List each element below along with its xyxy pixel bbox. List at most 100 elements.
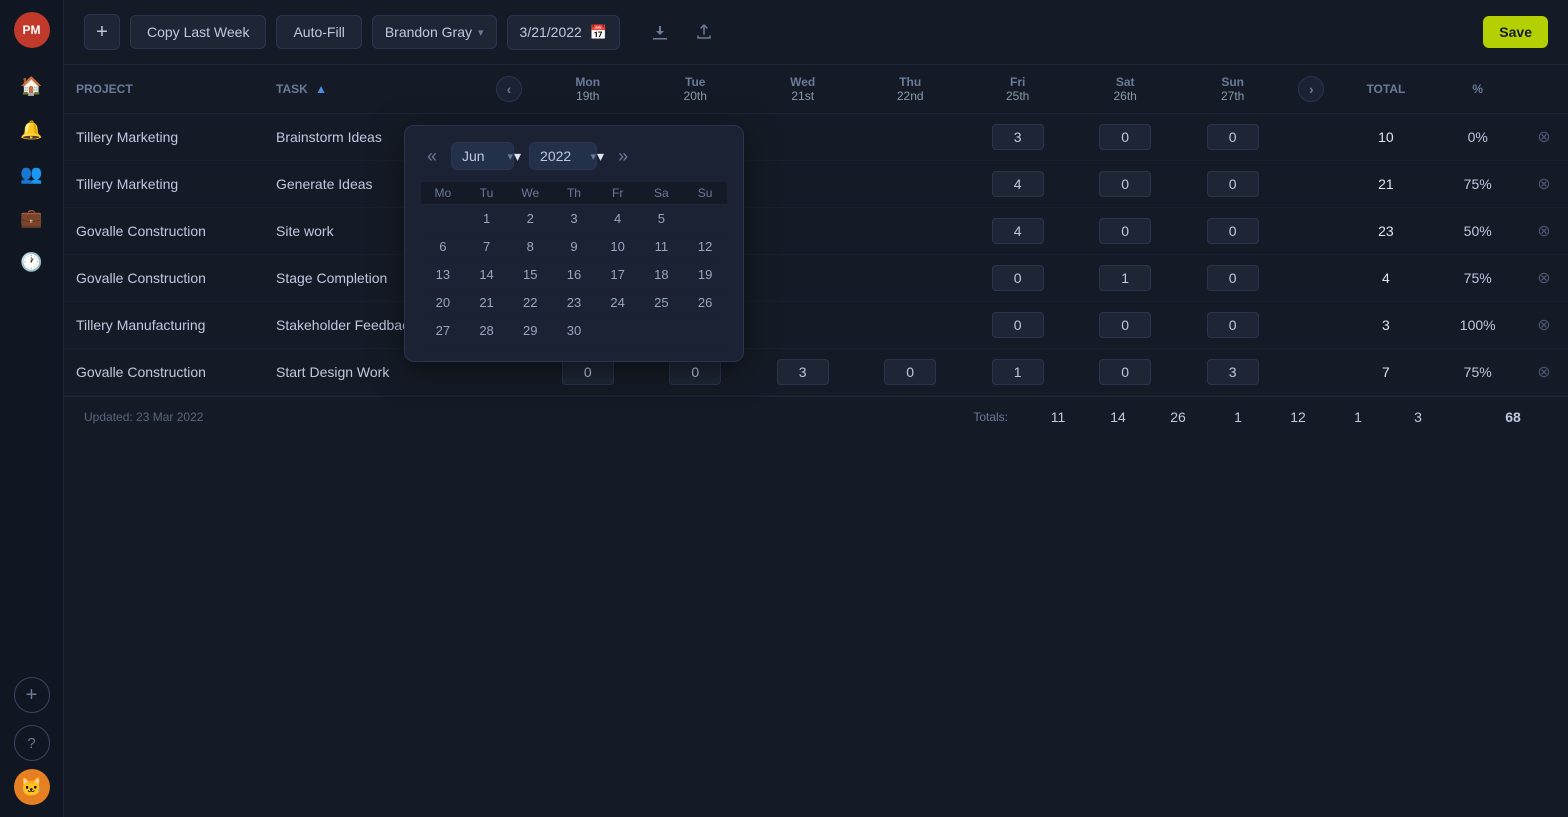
cell-fri[interactable] <box>964 161 1071 208</box>
input-tue-row5[interactable] <box>669 359 721 385</box>
save-button[interactable]: Save <box>1483 16 1548 48</box>
sidebar-icon-users[interactable]: 👥 <box>14 156 50 192</box>
cell-fri[interactable] <box>964 255 1071 302</box>
cal-prev-button[interactable]: « <box>421 144 443 169</box>
month-select[interactable]: JanFebMarAprMay JunJulAugSepOct NovDec <box>451 142 514 170</box>
app-logo[interactable]: PM <box>14 12 50 48</box>
cell-sun[interactable] <box>1179 114 1286 161</box>
calendar-day[interactable]: 26 <box>683 289 727 317</box>
calendar-day[interactable]: 14 <box>465 261 509 289</box>
cell-fri[interactable] <box>964 302 1071 349</box>
calendar-day[interactable]: 18 <box>640 261 684 289</box>
calendar-day[interactable]: 20 <box>421 289 465 317</box>
cell-sat[interactable] <box>1071 349 1178 396</box>
cell-wed[interactable] <box>749 302 856 349</box>
cal-next-button[interactable]: » <box>612 144 634 169</box>
cell-sun[interactable] <box>1179 208 1286 255</box>
cell-thu[interactable] <box>856 349 963 396</box>
cell-remove[interactable]: ⊗ <box>1520 208 1568 255</box>
calendar-day[interactable]: 13 <box>421 261 465 289</box>
calendar-day[interactable]: 9 <box>552 233 596 261</box>
input-mon-row5[interactable] <box>562 359 614 385</box>
calendar-day[interactable]: 29 <box>508 317 552 345</box>
remove-row-button[interactable]: ⊗ <box>1532 219 1556 243</box>
calendar-day[interactable]: 28 <box>465 317 509 345</box>
sidebar-add-button[interactable]: + <box>14 677 50 713</box>
cell-fri[interactable] <box>964 208 1071 255</box>
remove-row-button[interactable]: ⊗ <box>1532 125 1556 149</box>
remove-row-button[interactable]: ⊗ <box>1532 360 1556 384</box>
cell-wed[interactable] <box>749 255 856 302</box>
input-fri-row4[interactable] <box>992 312 1044 338</box>
cell-sun[interactable] <box>1179 255 1286 302</box>
calendar-day[interactable]: 19 <box>683 261 727 289</box>
cell-remove[interactable]: ⊗ <box>1520 161 1568 208</box>
input-fri-row0[interactable] <box>992 124 1044 150</box>
col-nav-right[interactable]: › <box>1286 65 1336 114</box>
input-fri-row2[interactable] <box>992 218 1044 244</box>
input-wed-row5[interactable] <box>777 359 829 385</box>
cell-wed[interactable] <box>749 349 856 396</box>
cell-sat[interactable] <box>1071 255 1178 302</box>
input-sun-row1[interactable] <box>1207 171 1259 197</box>
sidebar-icon-time[interactable]: 🕐 <box>14 244 50 280</box>
calendar-day[interactable]: 11 <box>640 233 684 261</box>
cell-sat[interactable] <box>1071 302 1178 349</box>
cell-thu[interactable] <box>856 161 963 208</box>
input-fri-row1[interactable] <box>992 171 1044 197</box>
calendar-day[interactable]: 7 <box>465 233 509 261</box>
add-button[interactable]: + <box>84 14 120 50</box>
year-select[interactable]: 20202021202220232024 <box>529 142 597 170</box>
input-sun-row5[interactable] <box>1207 359 1259 385</box>
remove-row-button[interactable]: ⊗ <box>1532 172 1556 196</box>
calendar-day[interactable]: 8 <box>508 233 552 261</box>
cell-sun[interactable] <box>1179 349 1286 396</box>
calendar-day[interactable]: 5 <box>640 205 684 233</box>
input-sat-row3[interactable] <box>1099 265 1151 291</box>
input-sun-row3[interactable] <box>1207 265 1259 291</box>
input-sat-row0[interactable] <box>1099 124 1151 150</box>
calendar-day[interactable]: 23 <box>552 289 596 317</box>
cell-fri[interactable] <box>964 114 1071 161</box>
auto-fill-button[interactable]: Auto-Fill <box>276 15 361 49</box>
input-sun-row0[interactable] <box>1207 124 1259 150</box>
cell-thu[interactable] <box>856 208 963 255</box>
cell-remove[interactable]: ⊗ <box>1520 114 1568 161</box>
calendar-day[interactable]: 2 <box>508 205 552 233</box>
input-sun-row2[interactable] <box>1207 218 1259 244</box>
calendar-day[interactable]: 22 <box>508 289 552 317</box>
date-picker[interactable]: 3/21/2022 📅 <box>507 15 621 50</box>
cell-thu[interactable] <box>856 255 963 302</box>
cell-remove[interactable]: ⊗ <box>1520 255 1568 302</box>
input-sat-row1[interactable] <box>1099 171 1151 197</box>
cell-sun[interactable] <box>1179 161 1286 208</box>
user-avatar[interactable]: 🐱 <box>14 769 50 805</box>
calendar-day[interactable]: 6 <box>421 233 465 261</box>
input-sat-row5[interactable] <box>1099 359 1151 385</box>
calendar-day[interactable]: 15 <box>508 261 552 289</box>
sidebar-help-icon[interactable]: ? <box>14 725 50 761</box>
sidebar-icon-projects[interactable]: 💼 <box>14 200 50 236</box>
col-nav-left[interactable]: ‹ <box>484 65 534 114</box>
calendar-day[interactable]: 1 <box>465 205 509 233</box>
input-fri-row3[interactable] <box>992 265 1044 291</box>
input-sat-row4[interactable] <box>1099 312 1151 338</box>
cell-remove[interactable]: ⊗ <box>1520 302 1568 349</box>
calendar-day[interactable]: 27 <box>421 317 465 345</box>
calendar-day[interactable]: 25 <box>640 289 684 317</box>
cell-sat[interactable] <box>1071 114 1178 161</box>
cell-wed[interactable] <box>749 208 856 255</box>
cell-remove[interactable]: ⊗ <box>1520 349 1568 396</box>
calendar-day[interactable]: 10 <box>596 233 640 261</box>
cell-wed[interactable] <box>749 114 856 161</box>
calendar-day[interactable]: 21 <box>465 289 509 317</box>
nav-left-arrow[interactable]: ‹ <box>496 76 522 102</box>
input-sat-row2[interactable] <box>1099 218 1151 244</box>
remove-row-button[interactable]: ⊗ <box>1532 313 1556 337</box>
export-button[interactable] <box>686 14 722 50</box>
sidebar-icon-home[interactable]: 🏠 <box>14 68 50 104</box>
copy-last-week-button[interactable]: Copy Last Week <box>130 15 266 49</box>
calendar-day[interactable]: 30 <box>552 317 596 345</box>
cell-fri[interactable] <box>964 349 1071 396</box>
cell-sun[interactable] <box>1179 302 1286 349</box>
